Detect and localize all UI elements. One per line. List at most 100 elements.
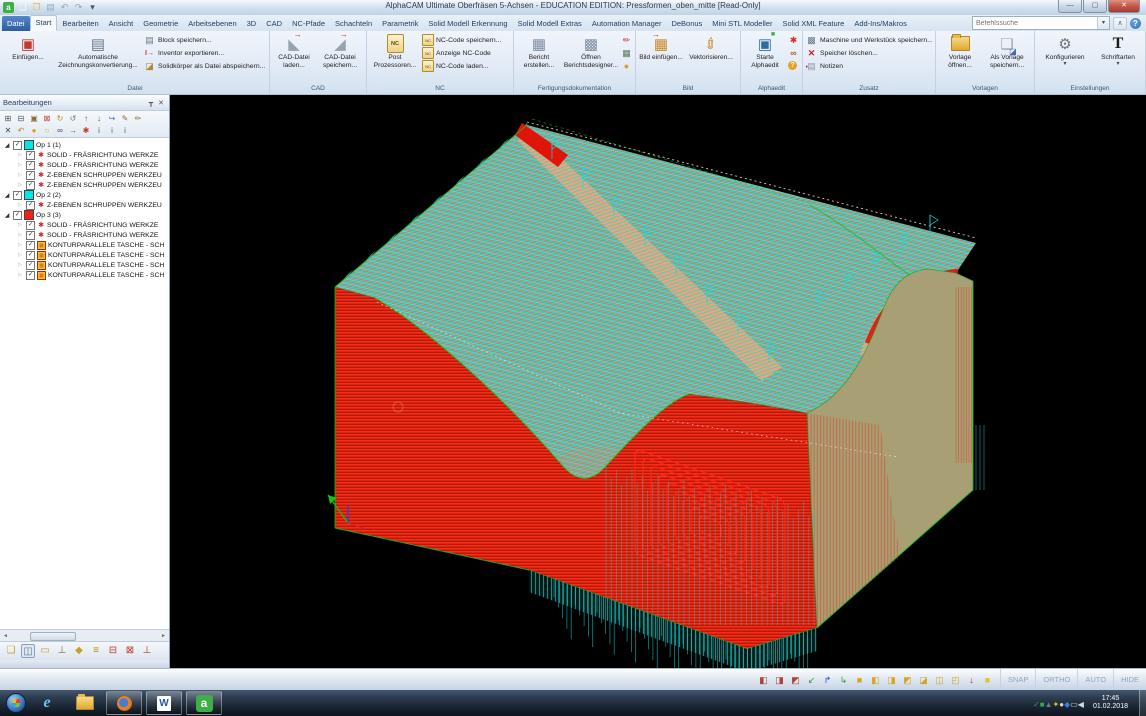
- maximize-button[interactable]: ▢: [1083, 0, 1107, 13]
- expander-icon[interactable]: ▷: [16, 232, 24, 238]
- open-report-designer-button[interactable]: Öffnen Berichtsdesigner...: [563, 32, 619, 84]
- report-table-icon[interactable]: [621, 48, 632, 59]
- expander-icon[interactable]: ▷: [16, 172, 24, 178]
- expander-icon[interactable]: ◢: [3, 212, 11, 219]
- toggle-snap[interactable]: SNAP: [1000, 669, 1035, 691]
- axis-xyz-icon[interactable]: ↱: [821, 674, 834, 687]
- scrollbar-thumb[interactable]: [30, 632, 76, 641]
- tree-operation-row[interactable]: ▷Z-EBENEN SCHRUPPEN WERKZEU: [0, 170, 169, 180]
- auto-drawing-conversion-button[interactable]: Automatische Zeichnungskonvertierung...: [54, 32, 142, 84]
- fonts-button[interactable]: Schriftarten ▾: [1094, 32, 1142, 84]
- plumb-z-icon[interactable]: ↓: [965, 674, 978, 687]
- workplane-icon[interactable]: ◫: [21, 644, 35, 658]
- expander-icon[interactable]: ▷: [16, 152, 24, 158]
- move-up-icon[interactable]: ↑: [80, 113, 92, 124]
- status-check-tray-icon[interactable]: ✓: [1033, 700, 1040, 709]
- clear-memory-button[interactable]: Speicher löschen...: [806, 47, 932, 59]
- configure-button[interactable]: Konfigurieren ▾: [1038, 32, 1092, 84]
- edit-path-icon[interactable]: ↪: [106, 113, 118, 124]
- taskbar-alphacam[interactable]: [186, 691, 222, 715]
- tree-operation-row[interactable]: ▷SOLID - FRÄSRICHTUNG WERKZE: [0, 160, 169, 170]
- minimize-button[interactable]: —: [1058, 0, 1082, 13]
- machine-icon[interactable]: ⊠: [123, 644, 137, 658]
- info-2-icon[interactable]: i: [106, 125, 118, 136]
- alphaedit-help-icon[interactable]: [788, 61, 797, 70]
- renumber-icon[interactable]: ↻: [54, 113, 66, 124]
- axis-z-icon[interactable]: ↳: [837, 674, 850, 687]
- insert-image-button[interactable]: Bild einfügen...: [639, 32, 683, 84]
- cube-iso-icon[interactable]: ■: [853, 674, 866, 687]
- save-as-template-button[interactable]: Als Vorlage speichern...: [983, 32, 1031, 84]
- stock-icon[interactable]: ⊟: [106, 644, 120, 658]
- tab-solid-modell-erkennung[interactable]: Solid Modell Erkennung: [423, 16, 512, 31]
- axis-xy-icon[interactable]: ↙: [805, 674, 818, 687]
- taskbar-firefox[interactable]: [106, 691, 142, 715]
- tree-operation-row[interactable]: ▷KONTURPARALLELE TASCHE - SCH: [0, 270, 169, 280]
- expander-icon[interactable]: ▷: [16, 242, 24, 248]
- checkbox[interactable]: [26, 221, 35, 230]
- show-desktop-button[interactable]: [1139, 690, 1146, 716]
- vectorize-button[interactable]: Vektorisieren...: [685, 32, 737, 84]
- expander-icon[interactable]: ▷: [16, 162, 24, 168]
- scroll-right-icon[interactable]: ►: [158, 631, 169, 641]
- tab-geometrie[interactable]: Geometrie: [138, 16, 183, 31]
- search-dropdown-icon[interactable]: [1097, 17, 1109, 29]
- pin-icon[interactable]: [146, 99, 156, 107]
- taskbar-clock[interactable]: 17:45 01.02.2018: [1093, 695, 1128, 712]
- clamp-icon[interactable]: ⊥: [55, 644, 69, 658]
- volume-tray-icon[interactable]: ◀: [1078, 700, 1084, 709]
- tree-op-row[interactable]: ◢Op 1 (1): [0, 140, 169, 150]
- tab-nc-pfade[interactable]: NC-Pfade: [287, 16, 330, 31]
- alphaedit-tool-icon[interactable]: [788, 35, 799, 46]
- view-top-icon[interactable]: ◧: [757, 674, 770, 687]
- inventor-export-button[interactable]: Inventor exportieren...: [144, 47, 266, 59]
- search-binoculars-icon[interactable]: ∞: [54, 125, 66, 136]
- taskbar-internet-explorer[interactable]: [30, 692, 64, 714]
- start-button[interactable]: [6, 693, 26, 713]
- save-block-button[interactable]: Block speichern...: [144, 34, 266, 46]
- numbers-icon[interactable]: ≡: [89, 644, 103, 658]
- collapse-all-icon[interactable]: ⊟: [15, 113, 27, 124]
- tab-ansicht[interactable]: Ansicht: [104, 16, 139, 31]
- expander-icon[interactable]: ▷: [16, 272, 24, 278]
- edit-all-icon[interactable]: ✏: [132, 113, 144, 124]
- cube-left-icon[interactable]: ◫: [933, 674, 946, 687]
- nc-code-load-button[interactable]: NC-Code laden...: [422, 60, 510, 72]
- tab-add-ins-makros[interactable]: Add-Ins/Makros: [849, 16, 912, 31]
- cube-side-icon[interactable]: ◩: [901, 674, 914, 687]
- tab-mini-stl-modeller[interactable]: Mini STL Modeller: [707, 16, 777, 31]
- save-solid-as-file-button[interactable]: Solidkörper als Datei abspeichern...: [144, 60, 266, 72]
- cad-save-button[interactable]: CAD-Datei speichern...: [317, 32, 363, 84]
- view-box-icon[interactable]: ◩: [789, 674, 802, 687]
- tree-operation-row[interactable]: ▷Z-EBENEN SCHRUPPEN WERKZEU: [0, 200, 169, 210]
- checkbox[interactable]: [26, 241, 35, 250]
- save-machine-workpiece-button[interactable]: Maschine und Werkstück speichern...: [806, 34, 932, 46]
- tree-operation-row[interactable]: ▷SOLID - FRÄSRICHTUNG WERKZE: [0, 150, 169, 160]
- delete-icon[interactable]: ✕: [2, 125, 14, 136]
- tab-debonus[interactable]: DeBonus: [666, 16, 707, 31]
- spindle-icon[interactable]: ⊥: [140, 644, 154, 658]
- nc-code-save-button[interactable]: NC-Code speichern...: [422, 34, 510, 46]
- notes-button[interactable]: Notizen: [806, 60, 932, 72]
- tree-operation-row[interactable]: ▷KONTURPARALLELE TASCHE - SCH: [0, 240, 169, 250]
- expander-icon[interactable]: ▷: [16, 202, 24, 208]
- move-down-icon[interactable]: ↓: [93, 113, 105, 124]
- tool-display-icon[interactable]: ◆: [72, 644, 86, 658]
- alphaedit-link-icon[interactable]: [788, 48, 799, 59]
- edit-icon[interactable]: ✎: [119, 113, 131, 124]
- paste-button[interactable]: Einfügen...: [4, 32, 52, 84]
- tab-3d[interactable]: 3D: [242, 16, 262, 31]
- toggle-auto[interactable]: AUTO: [1077, 669, 1113, 691]
- checkbox[interactable]: [26, 201, 35, 210]
- checkbox[interactable]: [13, 191, 22, 200]
- layers-icon[interactable]: ❏: [4, 644, 18, 658]
- taskbar-word[interactable]: [146, 691, 182, 715]
- taskbar-explorer[interactable]: [68, 692, 102, 714]
- tab-cad[interactable]: CAD: [261, 16, 287, 31]
- start-alphaedit-button[interactable]: Starte Alphaedit: [744, 32, 786, 84]
- lock-icon[interactable]: ●: [28, 125, 40, 136]
- minimize-ribbon-icon[interactable]: [1113, 17, 1127, 30]
- toggle-hide[interactable]: HIDE: [1113, 669, 1146, 691]
- cube-bottom-icon[interactable]: ◰: [949, 674, 962, 687]
- checkbox[interactable]: [26, 181, 35, 190]
